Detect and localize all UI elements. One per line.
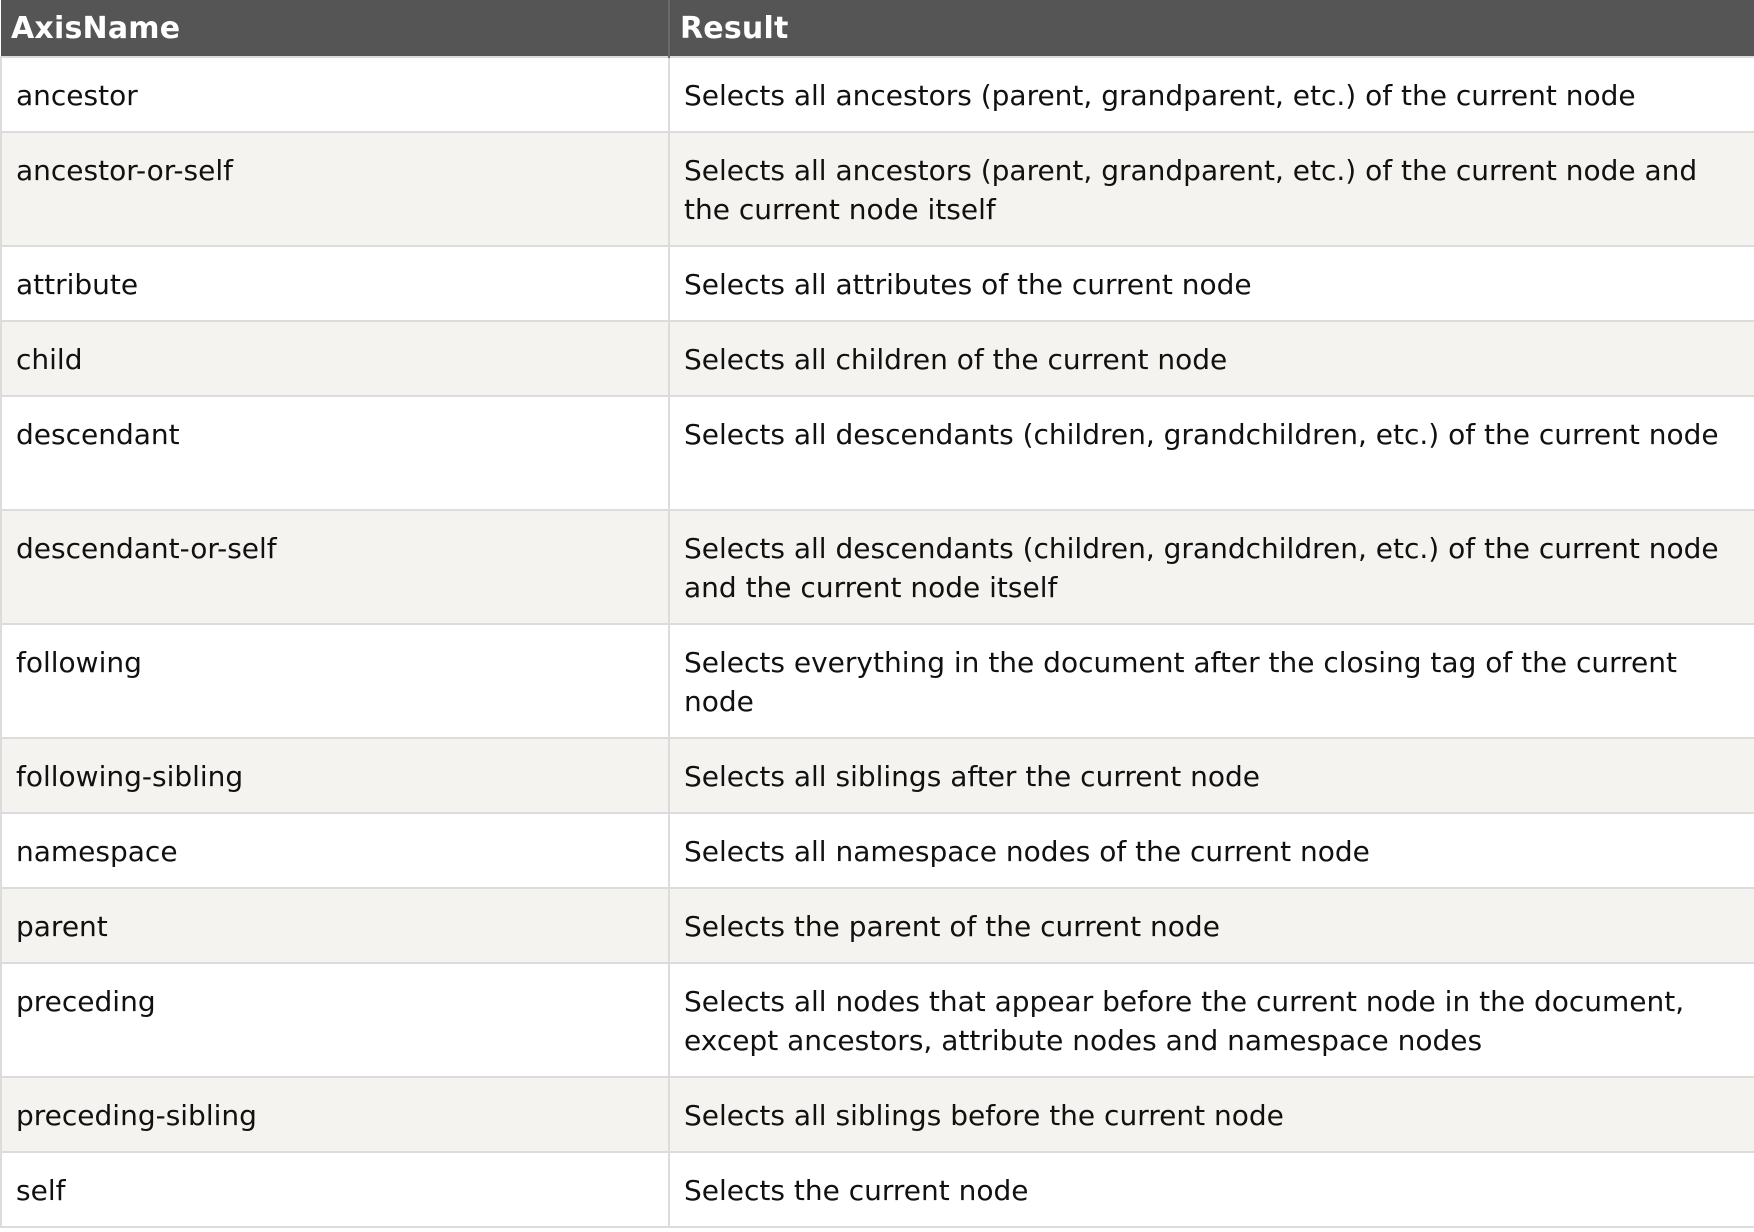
axis-name-cell: ancestor-or-self <box>0 131 670 247</box>
axis-name-cell: following-sibling <box>0 737 670 814</box>
axis-name-cell: self <box>0 1151 670 1228</box>
axis-name-cell: child <box>0 320 670 397</box>
result-cell: Selects the parent of the current node <box>668 887 1754 964</box>
result-cell: Selects all nodes that appear before the… <box>668 962 1754 1078</box>
result-cell: Selects all ancestors (parent, grandpare… <box>668 56 1754 133</box>
column-header-axisname: AxisName <box>1 0 670 57</box>
table-row: preceding-sibling Selects all siblings b… <box>0 1076 1754 1153</box>
axis-name-cell: parent <box>0 887 670 964</box>
result-cell: Selects all ancestors (parent, grandpare… <box>668 131 1754 247</box>
axis-name-cell: descendant <box>0 395 670 511</box>
column-header-result: Result <box>669 0 1754 57</box>
table-row: descendant-or-self Selects all descendan… <box>0 509 1754 625</box>
table-row: preceding Selects all nodes that appear … <box>0 962 1754 1078</box>
table-row: child Selects all children of the curren… <box>0 320 1754 397</box>
result-cell: Selects all attributes of the current no… <box>668 245 1754 322</box>
table-row: self Selects the current node <box>0 1151 1754 1228</box>
result-cell: Selects all descendants (children, grand… <box>668 509 1754 625</box>
axis-name-cell: following <box>0 623 670 739</box>
axis-name-cell: attribute <box>0 245 670 322</box>
page: AxisName Result ancestor Selects all anc… <box>0 0 1754 1232</box>
header-row: AxisName Result <box>1 0 1754 57</box>
table-row: namespace Selects all namespace nodes of… <box>0 812 1754 889</box>
table-header: AxisName Result <box>1 0 1754 57</box>
table-row: descendant Selects all descendants (chil… <box>0 395 1754 511</box>
xpath-axes-table: AxisName Result ancestor Selects all anc… <box>0 0 1754 1228</box>
table-row: following Selects everything in the docu… <box>0 623 1754 739</box>
table-body: ancestor Selects all ancestors (parent, … <box>0 56 1754 1228</box>
table-row: following-sibling Selects all siblings a… <box>0 737 1754 814</box>
result-cell: Selects all siblings before the current … <box>668 1076 1754 1153</box>
result-cell: Selects all children of the current node <box>668 320 1754 397</box>
table-row: attribute Selects all attributes of the … <box>0 245 1754 322</box>
axis-name-cell: preceding-sibling <box>0 1076 670 1153</box>
table-row: ancestor-or-self Selects all ancestors (… <box>0 131 1754 247</box>
result-cell: Selects all descendants (children, grand… <box>668 395 1754 511</box>
axis-name-cell: ancestor <box>0 56 670 133</box>
axis-name-cell: descendant-or-self <box>0 509 670 625</box>
result-cell: Selects the current node <box>668 1151 1754 1228</box>
result-cell: Selects all siblings after the current n… <box>668 737 1754 814</box>
axis-name-cell: preceding <box>0 962 670 1078</box>
result-cell: Selects all namespace nodes of the curre… <box>668 812 1754 889</box>
result-cell: Selects everything in the document after… <box>668 623 1754 739</box>
table-row: ancestor Selects all ancestors (parent, … <box>0 56 1754 133</box>
axis-name-cell: namespace <box>0 812 670 889</box>
table-row: parent Selects the parent of the current… <box>0 887 1754 964</box>
